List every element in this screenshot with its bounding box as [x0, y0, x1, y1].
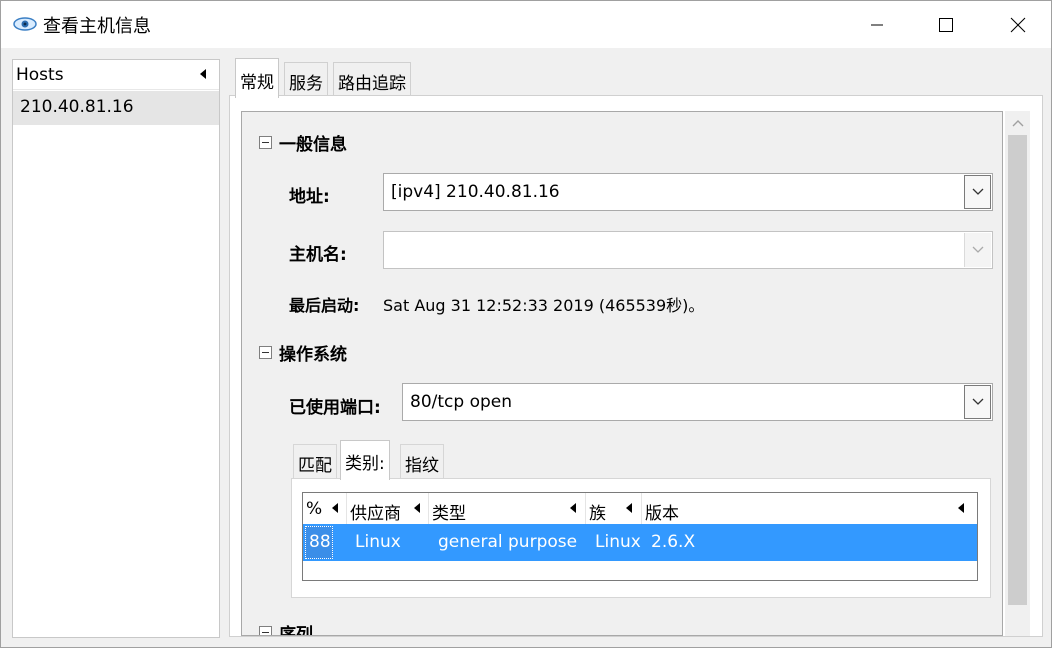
host-address: 210.40.81.16	[20, 97, 134, 117]
title-bar: 查看主机信息	[1, 1, 1051, 48]
window-title: 查看主机信息	[43, 16, 151, 37]
subtab-classes-label: 类别:	[345, 454, 385, 474]
ports-value: 80/tcp open	[410, 392, 512, 412]
address-dropdown-button[interactable]	[964, 175, 991, 209]
sequence-section-header[interactable]: 序列	[259, 620, 313, 636]
address-label: 地址:	[289, 187, 330, 207]
sort-arrow-icon	[626, 503, 632, 513]
hostname-combobox[interactable]	[383, 231, 993, 269]
tab-traceroute[interactable]: 路由追踪	[333, 62, 411, 96]
column-header-family[interactable]: 族	[586, 493, 642, 524]
chevron-down-icon	[972, 246, 984, 253]
tab-services[interactable]: 服务	[284, 62, 328, 96]
cell-percent: 88	[309, 532, 331, 552]
sort-arrow-icon	[958, 503, 964, 513]
hosts-header-label: Hosts	[16, 65, 64, 85]
column-header-label: 版本	[645, 504, 679, 524]
eye-icon	[13, 17, 37, 31]
last-boot-value: Sat Aug 31 12:52:33 2019 (465539秒)。	[383, 296, 705, 315]
general-info-title: 一般信息	[279, 135, 347, 155]
column-header-vendor[interactable]: 供应商	[347, 493, 429, 524]
subtab-fingerprint[interactable]: 指纹	[400, 444, 444, 478]
chevron-down-icon	[972, 188, 983, 195]
cell-type: general purpose	[438, 532, 578, 552]
column-header-version[interactable]: 版本	[642, 493, 977, 524]
host-row[interactable]: 210.40.81.16	[13, 91, 219, 125]
table-row[interactable]: 88 Linux general purpose Linux 2.6.X	[303, 524, 977, 561]
vertical-scrollbar[interactable]	[1005, 111, 1030, 636]
maximize-button[interactable]	[923, 1, 969, 48]
minimize-icon	[871, 24, 883, 25]
tab-general-label: 常规	[240, 73, 274, 93]
sequence-title: 序列	[279, 625, 313, 636]
os-class-table[interactable]: % 供应商 类型 族 版本 88 Linux general purpose L…	[302, 492, 978, 581]
column-header-type[interactable]: 类型	[429, 493, 586, 524]
column-header-label: %	[306, 499, 323, 519]
address-combobox[interactable]: [ipv4] 210.40.81.16	[383, 173, 993, 211]
cell-family: Linux	[595, 532, 641, 552]
column-header-percent[interactable]: %	[303, 493, 347, 524]
maximize-icon	[939, 17, 953, 32]
subtab-matches[interactable]: 匹配	[293, 444, 337, 478]
tab-general[interactable]: 常规	[235, 58, 279, 98]
cell-version: 2.6.X	[651, 532, 696, 552]
close-button[interactable]	[995, 1, 1041, 48]
os-title: 操作系统	[279, 345, 347, 365]
hosts-column-header[interactable]: Hosts	[13, 60, 219, 90]
collapse-icon[interactable]	[259, 346, 272, 359]
sort-arrow-icon	[200, 69, 206, 79]
subtab-fingerprint-label: 指纹	[405, 456, 439, 476]
sort-arrow-icon	[332, 503, 338, 513]
column-header-label: 类型	[432, 504, 466, 524]
hostname-dropdown-button[interactable]	[964, 233, 991, 267]
sort-arrow-icon	[414, 503, 420, 513]
sort-arrow-icon	[570, 503, 576, 513]
ports-combobox[interactable]: 80/tcp open	[402, 383, 993, 421]
tab-traceroute-label: 路由追踪	[338, 74, 406, 94]
tab-services-label: 服务	[289, 74, 323, 94]
ports-label: 已使用端口:	[289, 398, 381, 418]
hosts-list[interactable]: Hosts 210.40.81.16	[12, 59, 220, 638]
host-info-window: 查看主机信息 Hosts 210.40.81.16 常规 服务 路由追踪 一般信…	[0, 0, 1052, 648]
close-icon	[1010, 17, 1026, 32]
general-info-section-header[interactable]: 一般信息	[259, 130, 347, 155]
scroll-up-button[interactable]	[1005, 111, 1030, 135]
last-boot-label: 最后启动:	[289, 296, 360, 315]
collapse-icon[interactable]	[259, 626, 272, 635]
chevron-down-icon	[972, 398, 983, 405]
subtab-classes[interactable]: 类别:	[340, 440, 390, 480]
subtab-matches-label: 匹配	[298, 456, 332, 476]
column-header-label: 供应商	[350, 504, 401, 524]
column-header-label: 族	[589, 504, 606, 524]
address-value: [ipv4] 210.40.81.16	[391, 182, 560, 202]
os-section-header[interactable]: 操作系统	[259, 340, 347, 365]
hostname-label: 主机名:	[289, 245, 347, 265]
cell-vendor: Linux	[355, 532, 401, 552]
collapse-icon[interactable]	[259, 136, 272, 149]
ports-dropdown-button[interactable]	[964, 385, 991, 419]
minimize-button[interactable]	[854, 1, 900, 48]
scrollbar-thumb[interactable]	[1008, 135, 1027, 605]
chevron-up-icon	[1012, 120, 1023, 127]
